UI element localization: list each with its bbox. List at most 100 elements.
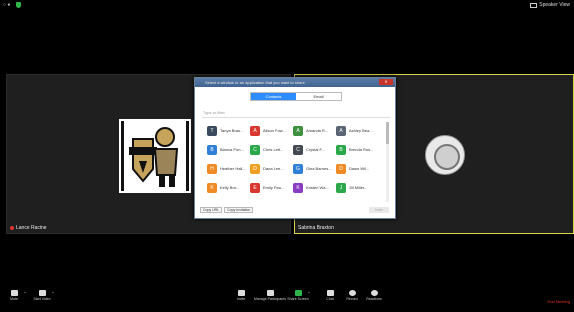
record-label: Record — [346, 297, 358, 301]
avatar: K — [207, 182, 217, 193]
contact-name: Dawn Wil... — [349, 166, 370, 171]
contact-item[interactable]: B Bianca Pon... — [207, 143, 250, 156]
microphone-icon — [10, 290, 18, 296]
reactions-icon — [370, 290, 378, 296]
dialog-tabs: Contacts Email — [250, 92, 342, 101]
dialog-title: Select a window or an application that y… — [205, 80, 305, 85]
contact-name: Crystal F... — [306, 147, 325, 152]
avatar: D — [250, 163, 260, 174]
add-user-icon — [237, 290, 245, 296]
start-video-label: Start Video — [33, 297, 51, 301]
participant-name: Lance Racine — [10, 225, 47, 231]
video-off-icon — [38, 290, 46, 296]
invite-button[interactable]: Invite — [369, 207, 389, 213]
contact-item[interactable]: K Kristen Wa... — [293, 181, 336, 194]
contact-name: Kristen Wa... — [306, 185, 329, 190]
avatar: A — [336, 125, 346, 136]
participants-icon — [266, 290, 274, 296]
contact-name: Gina Barnes... — [306, 166, 332, 171]
chevron-up-icon[interactable]: ^ — [52, 290, 54, 295]
contact-name: Ashley Bea... — [349, 128, 373, 133]
contact-item[interactable]: A Ashley Bea... — [336, 124, 379, 137]
contact-name: Jill Miller... — [349, 185, 368, 190]
avatar: D — [336, 163, 346, 174]
view-grid-icon — [530, 2, 538, 8]
mute-label: Mute — [10, 297, 18, 301]
close-icon[interactable]: ✕ — [379, 79, 393, 85]
contact-item[interactable]: C Chris Lett... — [250, 143, 293, 156]
tab-contacts[interactable]: Contacts — [251, 93, 296, 100]
avatar: B — [336, 144, 346, 155]
contact-name: Chris Lett... — [263, 147, 284, 152]
copy-invitation-button[interactable]: Copy Invitation — [224, 207, 254, 213]
avatar: A — [293, 125, 303, 136]
start-video-button[interactable]: Start Video ^ — [30, 290, 54, 301]
mic-muted-icon — [10, 226, 14, 230]
contact-item[interactable]: D Dawn Wil... — [336, 162, 379, 175]
avatar: T — [207, 125, 217, 136]
contact-name: Alison Fow... — [263, 128, 286, 133]
contact-item[interactable]: A Alison Fow... — [250, 124, 293, 137]
avatar: K — [293, 182, 303, 193]
contact-item[interactable]: H Heather Hall... — [207, 162, 250, 175]
seal-image — [425, 135, 465, 175]
top-bar: ○ ● Speaker View — [0, 0, 574, 12]
avatar: C — [293, 144, 303, 155]
contact-name: Kelly Bro... — [220, 185, 240, 190]
avatar: G — [293, 163, 303, 174]
share-screen-button[interactable]: Share Screen ^ — [286, 290, 310, 301]
invite-label: Invite — [236, 297, 246, 301]
meeting-info-icon[interactable]: ○ ● — [3, 2, 10, 8]
reactions-button[interactable]: Reactions — [362, 290, 386, 301]
scrollbar[interactable] — [386, 122, 389, 202]
manage-participants-button[interactable]: Manage Participants — [254, 290, 286, 301]
participant-name-label: Lance Racine — [16, 225, 47, 231]
chevron-up-icon[interactable]: ^ — [24, 290, 26, 295]
participants-label: Manage Participants — [254, 297, 286, 301]
contact-item[interactable]: E Emily Pau... — [250, 181, 293, 194]
contact-item[interactable]: G Gina Barnes... — [293, 162, 336, 175]
dialog-title-bar: Select a window or an application that y… — [195, 78, 395, 87]
contact-name: Dana Lee... — [263, 166, 284, 171]
avatar: C — [250, 144, 260, 155]
contact-name: Brenda Rus... — [349, 147, 374, 152]
tab-email[interactable]: Email — [296, 93, 341, 100]
chevron-up-icon[interactable]: ^ — [308, 290, 310, 295]
contact-item[interactable]: K Kelly Bro... — [207, 181, 250, 194]
shield-icon[interactable] — [16, 2, 21, 8]
scrollbar-thumb[interactable] — [386, 122, 389, 144]
contact-name: Amanda R... — [306, 128, 329, 133]
contact-item[interactable]: B Brenda Rus... — [336, 143, 379, 156]
invite-toolbar-button[interactable]: Invite — [229, 290, 253, 301]
contact-name: Bianca Pon... — [220, 147, 244, 152]
participant-name-label: Sabrina Braxton — [298, 225, 334, 231]
record-button[interactable]: Record — [340, 290, 364, 301]
contact-item[interactable]: D Dana Lee... — [250, 162, 293, 175]
chat-icon — [326, 290, 334, 296]
contact-name: Emily Pau... — [263, 185, 285, 190]
avatar: J — [336, 182, 346, 193]
avatar: H — [207, 163, 217, 174]
invite-dialog: Select a window or an application that y… — [194, 77, 396, 219]
mute-button[interactable]: Mute ^ — [2, 290, 26, 301]
chat-label: Chat — [326, 297, 334, 301]
contact-item[interactable]: T Tanya Bran... — [207, 124, 250, 137]
meeting-toolbar: Mute ^ Start Video ^ Invite Manage Parti… — [0, 290, 574, 312]
contact-item[interactable]: J Jill Miller... — [336, 181, 379, 194]
share-screen-label: Share Screen — [287, 297, 309, 301]
avatar: A — [250, 125, 260, 136]
contact-name: Heather Hall... — [220, 166, 246, 171]
end-meeting-button[interactable]: End Meeting — [548, 299, 570, 304]
chat-button[interactable]: Chat — [318, 290, 342, 301]
contact-name: Tanya Bran... — [220, 128, 244, 133]
contact-item[interactable]: A Amanda R... — [293, 124, 336, 137]
saints-logo-image — [119, 119, 191, 193]
share-screen-icon — [294, 290, 302, 296]
contact-item[interactable]: C Crystal F... — [293, 143, 336, 156]
contact-grid: T Tanya Bran... A Alison Fow... A Amanda R.… — [207, 124, 379, 194]
search-input[interactable]: Type to filter — [202, 110, 390, 118]
record-icon — [348, 290, 356, 296]
speaker-view-button[interactable]: Speaker View — [530, 2, 570, 8]
reactions-label: Reactions — [366, 297, 382, 301]
copy-url-button[interactable]: Copy URL — [200, 207, 223, 213]
